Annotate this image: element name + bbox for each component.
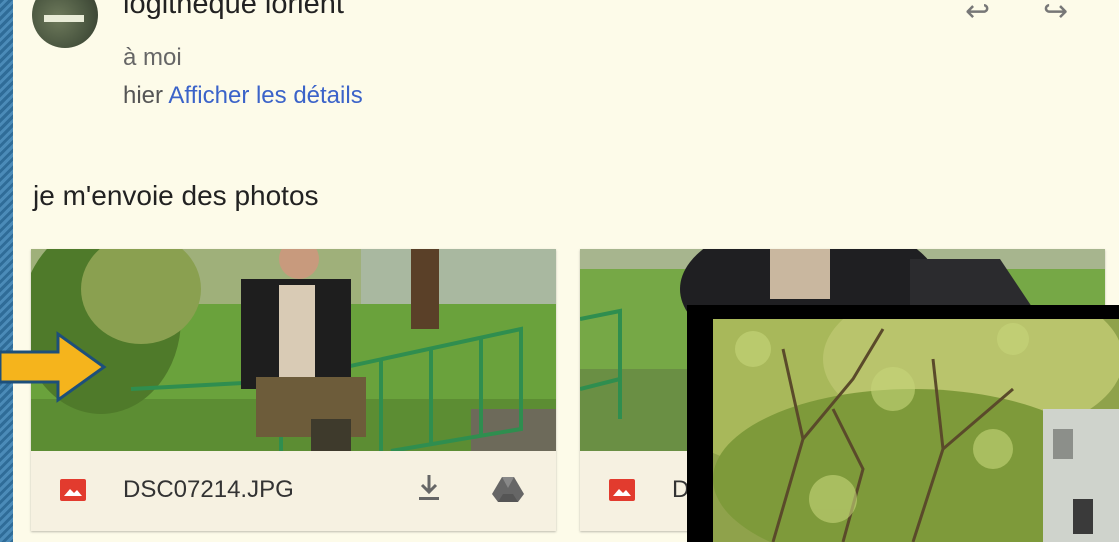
attachment-footer: DSC07214.JPG bbox=[31, 451, 556, 531]
avatar[interactable] bbox=[32, 0, 98, 48]
overlay-photo-frame bbox=[687, 305, 1119, 542]
drive-icon[interactable] bbox=[491, 475, 525, 503]
recipient-line[interactable]: à moi bbox=[123, 44, 182, 72]
image-icon bbox=[609, 479, 635, 501]
avatar-badge bbox=[44, 15, 84, 22]
attachment-filename: DSC07214.JPG bbox=[123, 476, 294, 503]
reply-icon[interactable]: ↩ bbox=[965, 0, 990, 29]
image-icon bbox=[60, 479, 86, 501]
show-details-link[interactable]: Afficher les détails bbox=[168, 82, 362, 109]
date-line: hier Afficher les détails bbox=[123, 82, 363, 110]
arrow-annotation bbox=[0, 331, 107, 403]
download-icon[interactable] bbox=[416, 473, 442, 503]
forward-icon[interactable]: ↪ bbox=[1043, 0, 1068, 29]
overlay-photo bbox=[713, 319, 1119, 542]
date-text: hier bbox=[123, 82, 164, 109]
sender-name: logitheque lorient bbox=[123, 0, 344, 20]
email-body: je m'envoie des photos bbox=[33, 180, 319, 211]
